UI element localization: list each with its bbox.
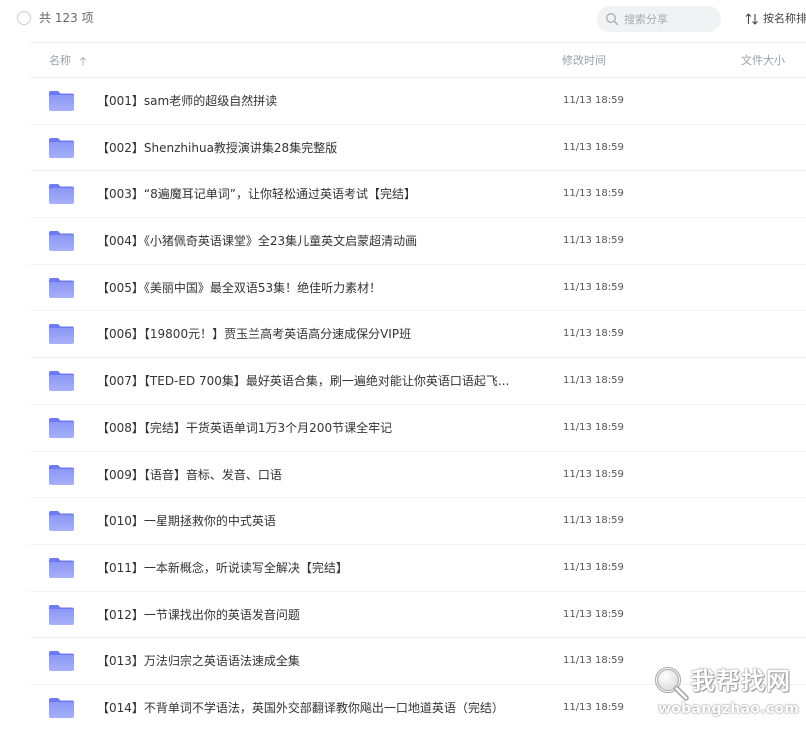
modified-time: 11/13 18:59 [563,608,624,620]
modified-time: 11/13 18:59 [563,561,624,573]
folder-icon [49,324,74,345]
modified-time: 11/13 18:59 [563,141,624,153]
file-row[interactable]: 【013】万法归宗之英语语法速成全集 11/13 18:59 [0,638,806,685]
folder-icon [49,417,74,438]
file-name[interactable]: 【013】万法归宗之英语语法速成全集 [97,653,300,669]
file-row[interactable]: 【014】不背单词不学语法，英国外交部翻译教你飚出一口地道英语（完结） 11/13… [0,685,806,730]
modified-time: 11/13 18:59 [563,468,624,480]
folder-icon [49,511,74,532]
file-name[interactable]: 【007】【TED-ED 700集】最好英语合集，刷一遍绝对能让你英语口语起飞.… [97,373,509,389]
file-row[interactable]: 【012】一节课找出你的英语发音问题 11/13 18:59 [0,592,806,639]
file-name[interactable]: 【012】一节课找出你的英语发音问题 [97,607,300,623]
mtime-column-header[interactable]: 修改时间 [562,53,606,69]
item-count: 共 123 项 [39,11,94,25]
modified-time: 11/13 18:59 [563,515,624,527]
file-name[interactable]: 【006】【19800元！】贾玉兰高考英语高分速成保分VIP班 [97,326,411,342]
modified-time: 11/13 18:59 [563,188,624,200]
sort-by-name-button[interactable]: 按名称排 [745,11,806,27]
file-row[interactable]: 【004】《小猪佩奇英语课堂》全23集儿童英文启蒙超清动画 11/13 18:59 [0,218,806,265]
file-name[interactable]: 【005】《美丽中国》最全双语53集！绝佳听力素材！ [97,280,381,296]
modified-time: 11/13 18:59 [563,421,624,433]
folder-icon [49,231,74,252]
folder-icon [49,651,74,672]
file-row[interactable]: 【001】sam老师的超级自然拼读 11/13 18:59 [0,78,806,125]
list-header: 名称 修改时间 文件大小 [0,43,806,77]
folder-icon [49,91,74,111]
folder-icon [49,697,74,718]
folder-icon [49,184,74,205]
file-name[interactable]: 【008】【完结】干货英语单词1万3个月200节课全牢记 [97,420,392,436]
file-row[interactable]: 【008】【完结】干货英语单词1万3个月200节课全牢记 11/13 18:59 [0,405,806,452]
modified-time: 11/13 18:59 [563,235,624,247]
file-row[interactable]: 【007】【TED-ED 700集】最好英语合集，刷一遍绝对能让你英语口语起飞.… [0,358,806,405]
file-list: 【001】sam老师的超级自然拼读 11/13 18:59 【002】Shenzhi… [0,78,806,730]
modified-time: 11/13 18:59 [563,655,624,667]
name-column-header[interactable]: 名称 [49,53,87,69]
folder-icon [49,371,74,392]
file-row[interactable]: 【011】一本新概念，听说读写全解决【完结】 11/13 18:59 [0,545,806,592]
file-row[interactable]: 【003】“8遍魔耳记单词”，让你轻松通过英语考试【完结】 11/13 18:59 [0,171,806,218]
file-row[interactable]: 【002】Shenzhihua教授演讲集28集完整版 11/13 18:59 [0,125,806,172]
sort-icon [745,13,758,25]
folder-icon [49,137,74,158]
modified-time: 11/13 18:59 [563,701,624,713]
file-name[interactable]: 【010】一星期拯救你的中式英语 [97,513,276,529]
search-input[interactable] [624,10,716,28]
file-row[interactable]: 【010】一星期拯救你的中式英语 11/13 18:59 [0,498,806,545]
modified-time: 11/13 18:59 [563,328,624,340]
size-column-header[interactable]: 文件大小 [741,53,785,69]
file-row[interactable]: 【006】【19800元！】贾玉兰高考英语高分速成保分VIP班 11/13 18:… [0,311,806,358]
arrow-up-icon [79,56,87,66]
file-name[interactable]: 【002】Shenzhihua教授演讲集28集完整版 [97,140,337,156]
file-name[interactable]: 【004】《小猪佩奇英语课堂》全23集儿童英文启蒙超清动画 [97,233,417,249]
modified-time: 11/13 18:59 [563,95,624,106]
search-icon [606,13,619,26]
sort-label: 按名称排 [763,12,806,25]
search-box[interactable] [597,6,721,32]
folder-icon [49,604,74,625]
name-header-label: 名称 [49,54,71,67]
file-row[interactable]: 【005】《美丽中国》最全双语53集！绝佳听力素材！ 11/13 18:59 [0,265,806,312]
select-all-checkbox[interactable] [17,11,31,25]
file-list-page: 共 123 项 按名称排 名称 修改时间 文件大小 【001】sa [0,0,806,730]
file-row[interactable]: 【009】【语音】音标、发音、口语 11/13 18:59 [0,452,806,499]
file-name[interactable]: 【014】不背单词不学语法，英国外交部翻译教你飚出一口地道英语（完结） [97,700,504,716]
folder-icon [49,464,74,485]
folder-icon [49,277,74,298]
folder-icon [49,557,74,578]
file-name[interactable]: 【001】sam老师的超级自然拼读 [97,93,277,109]
toolbar: 共 123 项 按名称排 [0,0,806,40]
modified-time: 11/13 18:59 [563,281,624,293]
modified-time: 11/13 18:59 [563,375,624,387]
file-name[interactable]: 【011】一本新概念，听说读写全解决【完结】 [97,560,348,576]
file-name[interactable]: 【003】“8遍魔耳记单词”，让你轻松通过英语考试【完结】 [97,186,416,202]
file-name[interactable]: 【009】【语音】音标、发音、口语 [97,467,282,483]
